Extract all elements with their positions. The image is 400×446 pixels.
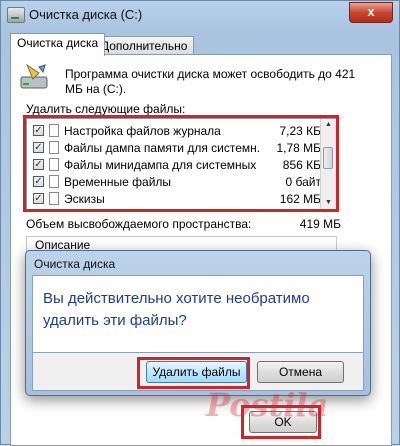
- cancel-button[interactable]: Отмена: [257, 361, 344, 383]
- file-icon: [49, 124, 59, 137]
- delete-files-button[interactable]: Удалить файлы: [146, 361, 247, 383]
- file-size: 1,78 МБ: [276, 141, 321, 155]
- close-button[interactable]: x: [349, 2, 393, 23]
- space-value: 419 МБ: [299, 217, 341, 231]
- file-checkbox[interactable]: ✓: [33, 125, 44, 136]
- file-checkbox[interactable]: ✓: [33, 159, 44, 170]
- file-list-scrollbar[interactable]: ▲ ▼: [320, 119, 336, 209]
- file-icon: [49, 141, 59, 154]
- file-row[interactable]: ✓ Временные файлы 0 байт: [27, 174, 321, 190]
- file-name: Файлы дампа памяти для системн...: [64, 141, 259, 155]
- scroll-thumb[interactable]: [323, 147, 333, 169]
- file-list: ✓ Настройка файлов журнала 7,23 КБ ✓ Фай…: [26, 118, 337, 210]
- dialog-body: Вы действительно хотите необратимо удали…: [32, 275, 364, 353]
- file-checkbox[interactable]: ✓: [33, 142, 44, 153]
- file-row[interactable]: ✓ Файлы дампа памяти для системн... 1,78…: [27, 140, 321, 156]
- space-label: Объем высвобождаемого пространства:: [26, 217, 252, 231]
- dialog-message: Вы действительно хотите необратимо удали…: [43, 290, 310, 329]
- dialog-title: Очистка диска: [34, 257, 116, 271]
- file-row[interactable]: ✓ Настройка файлов журнала 7,23 КБ: [27, 123, 321, 139]
- files-to-delete-label: Удалить следующие файлы:: [26, 102, 186, 116]
- file-checkbox[interactable]: ✓: [33, 176, 44, 187]
- file-name: Временные файлы: [64, 175, 172, 189]
- file-size: 0 байт: [285, 175, 321, 189]
- file-icon: [49, 192, 59, 205]
- intro-text: Программа очистки диска может освободить…: [65, 67, 356, 96]
- title-bar: Очистка диска (C:) x: [1, 1, 399, 29]
- file-row[interactable]: ✓ Эскизы 162 МБ: [27, 191, 321, 207]
- tab-advanced[interactable]: Дополнительно: [94, 36, 195, 54]
- disk-cleanup-app-icon: [7, 7, 25, 23]
- file-row[interactable]: ✓ Файлы минидампа для системных ... 856 …: [27, 157, 321, 173]
- file-size: 162 МБ: [279, 192, 321, 206]
- file-icon: [49, 158, 59, 171]
- confirm-dialog: Очистка диска Вы действительно хотите не…: [25, 250, 371, 396]
- file-checkbox[interactable]: ✓: [33, 193, 44, 204]
- file-size: 856 КБ: [282, 158, 321, 172]
- scroll-up-icon[interactable]: ▲: [321, 119, 336, 131]
- disk-cleanup-window: Очистка диска (C:) x Очистка диска Допол…: [0, 0, 400, 446]
- drive-cleanup-icon: [20, 63, 48, 89]
- tab-disk-cleanup[interactable]: Очистка диска: [10, 33, 106, 56]
- window-title: Очистка диска (C:): [29, 7, 143, 22]
- file-size: 7,23 КБ: [279, 124, 321, 138]
- ok-button[interactable]: OK: [249, 411, 317, 433]
- file-name: Настройка файлов журнала: [64, 124, 221, 138]
- dialog-footer: Удалить файлы Отмена: [32, 353, 364, 391]
- scroll-down-icon[interactable]: ▼: [321, 197, 336, 209]
- file-icon: [49, 175, 59, 188]
- file-name: Эскизы: [64, 192, 105, 206]
- file-name: Файлы минидампа для системных ...: [64, 158, 259, 172]
